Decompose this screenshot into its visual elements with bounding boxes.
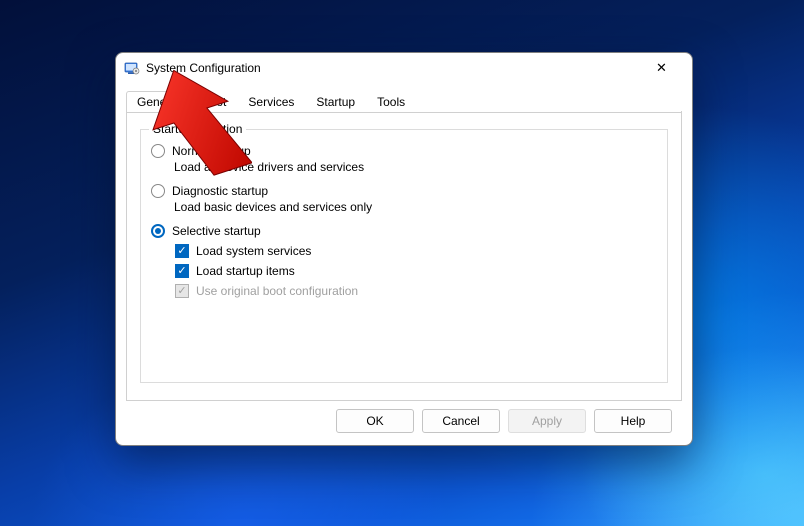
help-button[interactable]: Help [594, 409, 672, 433]
ok-button[interactable]: OK [336, 409, 414, 433]
checkbox-label: Use original boot configuration [196, 284, 358, 298]
checkbox-icon: ✓ [175, 244, 189, 258]
radio-icon [151, 144, 165, 158]
tab-general[interactable]: General [126, 91, 191, 112]
close-icon: ✕ [656, 60, 667, 76]
radio-icon [151, 224, 165, 238]
radio-diagnostic-desc: Load basic devices and services only [174, 200, 657, 214]
radio-normal-startup[interactable]: Normal startup [151, 144, 657, 158]
tab-tools[interactable]: Tools [366, 91, 416, 112]
groupbox-legend: Startup selection [149, 122, 246, 136]
checkbox-load-system-services[interactable]: ✓ Load system services [175, 244, 657, 258]
tab-boot[interactable]: Boot [191, 91, 238, 112]
tab-services[interactable]: Services [237, 91, 305, 112]
cancel-button[interactable]: Cancel [422, 409, 500, 433]
startup-selection-group: Startup selection Normal startup Load al… [140, 129, 668, 383]
checkbox-use-original-boot: ✓ Use original boot configuration [175, 284, 657, 298]
app-icon [124, 60, 140, 76]
system-configuration-dialog: System Configuration ✕ General Boot Serv… [115, 52, 693, 446]
radio-label: Selective startup [172, 224, 261, 238]
checkbox-label: Load system services [196, 244, 311, 258]
radio-normal-desc: Load all device drivers and services [174, 160, 657, 174]
checkbox-icon: ✓ [175, 284, 189, 298]
tab-startup[interactable]: Startup [305, 91, 366, 112]
radio-label: Normal startup [172, 144, 251, 158]
checkbox-label: Load startup items [196, 264, 295, 278]
apply-button: Apply [508, 409, 586, 433]
dialog-button-row: OK Cancel Apply Help [336, 409, 672, 433]
title-bar: System Configuration ✕ [116, 53, 692, 83]
close-button[interactable]: ✕ [639, 53, 684, 83]
window-title: System Configuration [146, 61, 261, 75]
checkbox-load-startup-items[interactable]: ✓ Load startup items [175, 264, 657, 278]
radio-label: Diagnostic startup [172, 184, 268, 198]
tab-strip: General Boot Services Startup Tools [126, 91, 682, 113]
radio-icon [151, 184, 165, 198]
radio-diagnostic-startup[interactable]: Diagnostic startup [151, 184, 657, 198]
radio-selective-startup[interactable]: Selective startup [151, 224, 657, 238]
checkbox-icon: ✓ [175, 264, 189, 278]
